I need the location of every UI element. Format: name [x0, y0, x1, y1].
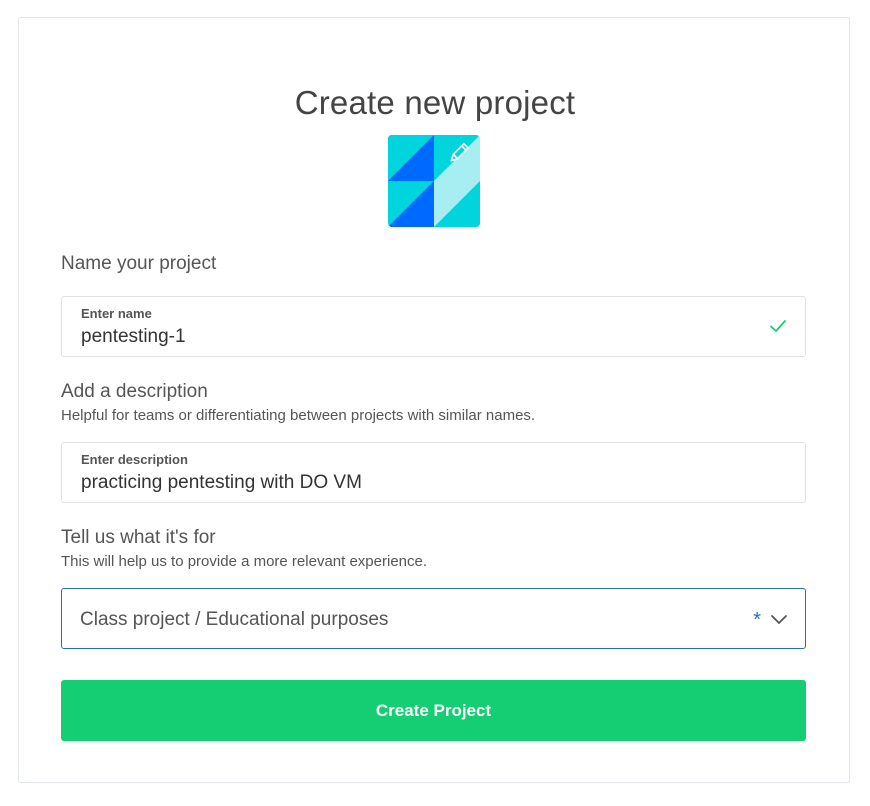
- project-avatar-graphic: [388, 135, 480, 227]
- purpose-select[interactable]: Class project / Educational purposes *: [61, 588, 806, 649]
- project-description-field[interactable]: Enter description practicing pentesting …: [61, 442, 806, 503]
- create-project-card: Create new project Name your project Ent…: [18, 17, 850, 783]
- page-title: Create new project: [294, 84, 576, 121]
- check-icon: [769, 317, 787, 340]
- purpose-help-text: This will help us to provide a more rele…: [61, 553, 428, 570]
- create-project-button[interactable]: Create Project: [61, 680, 806, 741]
- project-name-field-label: Enter name: [81, 306, 152, 321]
- project-description-field-label: Enter description: [81, 452, 188, 467]
- name-section-label: Name your project: [61, 253, 217, 274]
- description-section-label: Add a description: [61, 381, 208, 402]
- description-help-text: Helpful for teams or differentiating bet…: [61, 407, 536, 424]
- project-name-value[interactable]: pentesting-1: [81, 326, 186, 348]
- purpose-selected-value: Class project / Educational purposes: [80, 609, 389, 630]
- project-description-value[interactable]: practicing pentesting with DO VM: [81, 472, 362, 494]
- project-name-field[interactable]: Enter name pentesting-1: [61, 296, 806, 357]
- chevron-down-icon[interactable]: [770, 612, 788, 631]
- project-avatar[interactable]: [388, 135, 480, 227]
- purpose-section-label: Tell us what it's for: [61, 527, 216, 548]
- required-asterisk: *: [753, 609, 761, 631]
